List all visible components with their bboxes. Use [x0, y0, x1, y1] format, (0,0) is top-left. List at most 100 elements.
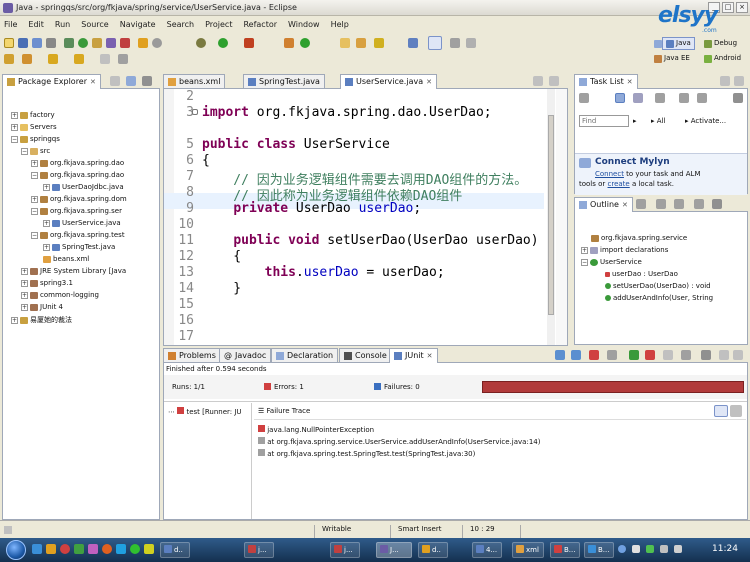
menu-edit[interactable]: Edit: [28, 20, 44, 29]
scheduled-icon[interactable]: [633, 93, 643, 103]
filter-icon[interactable]: [655, 93, 665, 103]
tree-item[interactable]: + factory: [11, 111, 55, 119]
activate-filter[interactable]: ▸ Activate...: [685, 117, 726, 125]
settings-icon[interactable]: [152, 38, 162, 48]
app-icon[interactable]: [74, 544, 84, 554]
outline-item[interactable]: + import declarations: [581, 246, 668, 254]
start-button[interactable]: [6, 540, 26, 560]
menu-window[interactable]: Window: [288, 20, 320, 29]
taskbar-item[interactable]: B...: [550, 542, 580, 558]
debug-icon[interactable]: [196, 38, 206, 48]
hide-fields-icon[interactable]: [656, 199, 666, 209]
volume-icon[interactable]: [674, 545, 682, 553]
minimize-editor-icon[interactable]: [533, 76, 543, 86]
find-dropdown-icon[interactable]: ▸: [633, 117, 637, 125]
tab-beans-xml[interactable]: beans.xml: [163, 74, 226, 88]
maximize-view-icon[interactable]: [733, 350, 743, 360]
annotation-icon[interactable]: [4, 54, 14, 64]
filter-trace-icon[interactable]: [714, 405, 728, 417]
minimize-view-icon[interactable]: [719, 350, 729, 360]
save-all-icon[interactable]: [32, 38, 42, 48]
vertical-scrollbar[interactable]: [547, 89, 555, 345]
java-perspective-button[interactable]: Java: [662, 37, 695, 50]
open-project-icon[interactable]: [356, 38, 366, 48]
hide-nonpublic-icon[interactable]: [694, 199, 704, 209]
new-package-icon[interactable]: [92, 38, 102, 48]
maximize-editor-icon[interactable]: [549, 76, 559, 86]
taskbar-item[interactable]: B...: [584, 542, 614, 558]
tree-item[interactable]: + org.fkjava.spring.dom: [31, 195, 127, 203]
tab-userservice-java[interactable]: UserService.java ✕: [340, 74, 437, 89]
search-icon[interactable]: [138, 38, 148, 48]
outline-item[interactable]: setUserDao(UserDao) : void: [605, 282, 711, 290]
tab-package-explorer[interactable]: Package Explorer ✕: [2, 74, 101, 89]
tree-item[interactable]: + org.fkjava.spring.dao: [31, 159, 124, 167]
view-menu-icon[interactable]: [733, 93, 743, 103]
coverage-icon[interactable]: [284, 38, 294, 48]
menu-refactor[interactable]: Refactor: [243, 20, 277, 29]
tab-declaration[interactable]: Declaration: [271, 348, 339, 362]
rerun-failed-icon[interactable]: [645, 350, 655, 360]
taskbar-item[interactable]: d..: [418, 542, 448, 558]
collapse-all-icon[interactable]: [697, 93, 707, 103]
outline-item[interactable]: − UserService: [581, 258, 642, 266]
android-perspective-button[interactable]: Android: [700, 52, 745, 65]
web-icon[interactable]: [300, 38, 310, 48]
tree-item[interactable]: − org.fkjava.spring.dao: [31, 171, 124, 179]
javaee-perspective-button[interactable]: Java EE: [650, 52, 694, 65]
tree-item[interactable]: + 易厦她的裁法: [11, 315, 72, 325]
prev-annotation-icon[interactable]: [22, 54, 32, 64]
save-icon[interactable]: [18, 38, 28, 48]
block-icon[interactable]: [450, 38, 460, 48]
minimize-view-icon[interactable]: [720, 76, 730, 86]
forward-icon[interactable]: [74, 54, 84, 64]
trace-line[interactable]: at org.fkjava.spring.test.SpringTest.tes…: [258, 449, 475, 458]
trace-line[interactable]: java.lang.NullPointerException: [258, 425, 374, 434]
tab-springtest-java[interactable]: SpringTest.java: [243, 74, 325, 88]
debug-perspective-button[interactable]: Debug: [700, 37, 741, 50]
scroll-lock-icon[interactable]: [607, 350, 617, 360]
menu-project[interactable]: Project: [205, 20, 232, 29]
create-link[interactable]: create: [608, 180, 630, 188]
app-icon[interactable]: [88, 544, 98, 554]
taskbar-item[interactable]: d..: [160, 542, 190, 558]
run-icon[interactable]: [218, 38, 228, 48]
all-filter[interactable]: ▸ All: [651, 117, 665, 125]
open-type-icon[interactable]: [120, 38, 130, 48]
tree-item[interactable]: + SpringTest.java: [43, 243, 115, 251]
collapse-all-icon[interactable]: [110, 76, 120, 86]
taskbar-item-eclipse[interactable]: J...: [376, 542, 412, 558]
tree-item[interactable]: − org.fkjava.spring.ser: [31, 207, 122, 215]
tray-icon[interactable]: [618, 545, 626, 553]
tray-icon[interactable]: [632, 545, 640, 553]
test-item[interactable]: ⋯ test [Runner: JU: [168, 407, 242, 416]
pin-icon[interactable]: [118, 54, 128, 64]
tray-icon[interactable]: [646, 545, 654, 553]
tree-item[interactable]: + JRE System Library [Java: [21, 267, 126, 275]
tree-item[interactable]: + common-logging: [21, 291, 99, 299]
stop-icon[interactable]: [663, 350, 673, 360]
wand-icon[interactable]: [374, 38, 384, 48]
outline-item[interactable]: org.fkjava.spring.service: [591, 234, 687, 242]
tree-item[interactable]: + JUnit 4: [21, 303, 63, 311]
tree-item[interactable]: − springqs: [11, 135, 60, 143]
chrome-icon[interactable]: [130, 544, 140, 554]
view-menu-icon[interactable]: [712, 199, 722, 209]
tree-item[interactable]: − src: [21, 147, 50, 155]
fold-icon[interactable]: [192, 109, 198, 115]
open-folder-icon[interactable]: [340, 38, 350, 48]
toggle-whitespace-icon[interactable]: [466, 38, 476, 48]
maximize-view-icon[interactable]: [734, 76, 744, 86]
media-icon[interactable]: [60, 544, 70, 554]
hide-completed-icon[interactable]: [679, 93, 689, 103]
taskbar-item[interactable]: j...: [244, 542, 274, 558]
sort-icon[interactable]: [636, 199, 646, 209]
tree-item[interactable]: − org.fkjava.spring.test: [31, 231, 125, 239]
task-find-input[interactable]: [579, 115, 629, 127]
taskbar-item[interactable]: j...: [330, 542, 360, 558]
taskbar-item[interactable]: 4...: [472, 542, 502, 558]
prev-failure-icon[interactable]: [571, 350, 581, 360]
new-task-icon[interactable]: [579, 93, 589, 103]
tab-javadoc[interactable]: @ Javadoc: [219, 348, 272, 362]
outline-item[interactable]: userDao : UserDao: [605, 270, 678, 278]
